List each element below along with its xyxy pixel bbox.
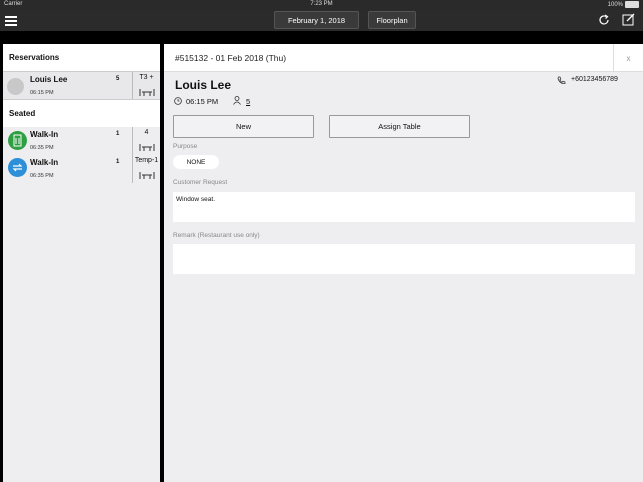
- reservation-list-panel: Reservations Louis Lee 06:15 PM 5 T3 + S…: [3, 44, 160, 482]
- walk-in-status-icon: [8, 158, 27, 177]
- battery-indicator: 100%: [608, 1, 639, 8]
- reservation-detail-panel: #515132 - 01 Feb 2018 (Thu) x Louis Lee …: [164, 44, 643, 482]
- phone-number[interactable]: +60123456789: [571, 76, 618, 83]
- seated-section-title: Seated: [3, 100, 160, 127]
- table-icon: [139, 89, 155, 96]
- purpose-selector[interactable]: NONE: [173, 155, 219, 169]
- top-toolbar: February 1, 2018 Floorplan: [0, 10, 643, 31]
- table-icon: [139, 172, 155, 179]
- floorplan-button[interactable]: Floorplan: [368, 11, 416, 29]
- purpose-label: Purpose: [173, 143, 198, 150]
- clock-label: 7:23 PM: [310, 1, 333, 7]
- customer-request-field[interactable]: Window seat.: [173, 192, 635, 222]
- party-size: 1: [116, 159, 120, 165]
- seated-row[interactable]: Walk-In 06:35 PM 1 Temp-1: [3, 155, 160, 183]
- reservation-row[interactable]: Louis Lee 06:15 PM 5 T3 +: [3, 71, 160, 100]
- new-button[interactable]: New: [173, 115, 314, 138]
- table-label: Temp-1: [134, 157, 159, 164]
- compose-icon[interactable]: [622, 13, 635, 26]
- hamburger-menu-icon[interactable]: [5, 14, 17, 27]
- party-size: 1: [116, 131, 120, 137]
- guest-name-heading: Louis Lee: [175, 78, 232, 92]
- status-bar: Carrier 7:23 PM 100%: [0, 0, 643, 10]
- guest-name: Walk-In: [30, 130, 59, 139]
- close-button[interactable]: x: [613, 44, 643, 72]
- avatar: [7, 78, 24, 95]
- clock-icon: [174, 97, 182, 105]
- party-size-link[interactable]: 5: [246, 97, 250, 106]
- remark-label: Remark (Restaurant use only): [173, 232, 260, 239]
- seated-time: 06:35 PM: [30, 145, 54, 151]
- guest-name: Louis Lee: [30, 75, 68, 84]
- person-icon: [233, 96, 241, 105]
- reservation-id: #515132 - 01 Feb 2018 (Thu): [175, 53, 287, 63]
- table-label: T3 +: [139, 74, 154, 81]
- walk-in-status-icon: [8, 131, 27, 150]
- customer-request-label: Customer Request: [173, 179, 228, 186]
- refresh-icon[interactable]: [598, 14, 610, 26]
- remark-field[interactable]: [173, 244, 635, 274]
- reservations-section-title: Reservations: [3, 44, 160, 71]
- reservation-time: 06:15 PM: [30, 90, 54, 96]
- date-picker-button[interactable]: February 1, 2018: [274, 11, 359, 29]
- assign-table-button[interactable]: Assign Table: [329, 115, 470, 138]
- seated-row[interactable]: Walk-In 06:35 PM 1 4: [3, 127, 160, 155]
- battery-percent: 100%: [607, 1, 623, 8]
- seated-time: 06:35 PM: [30, 173, 54, 179]
- guest-name: Walk-In: [30, 158, 59, 167]
- battery-icon: [625, 1, 639, 8]
- phone-icon[interactable]: [557, 76, 566, 85]
- table-icon: [139, 144, 155, 151]
- party-size: 5: [116, 76, 120, 82]
- table-label: 4: [144, 129, 149, 136]
- detail-header: #515132 - 01 Feb 2018 (Thu) x: [164, 44, 643, 72]
- reservation-time: 06:15 PM: [186, 97, 219, 106]
